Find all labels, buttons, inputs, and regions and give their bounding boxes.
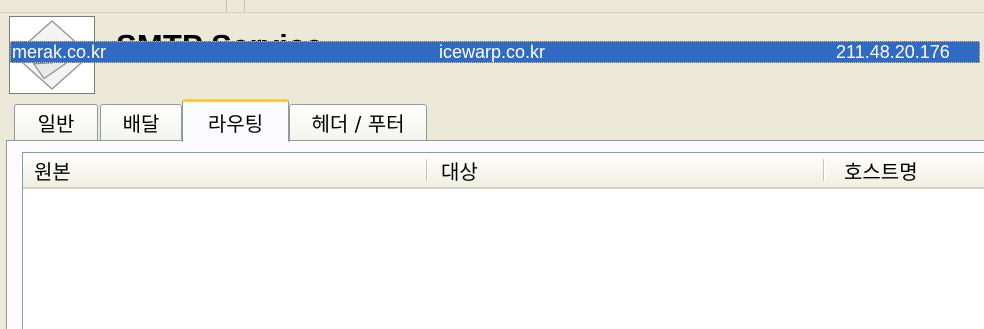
tab-general[interactable]: 일반 — [14, 104, 98, 140]
routing-list[interactable]: 원본 대상 호스트명 — [22, 152, 984, 329]
column-label: 대상 — [441, 159, 478, 184]
cell-target: icewarp.co.kr — [439, 41, 546, 62]
tab-label: 라우팅 — [207, 111, 264, 136]
toolbar-divider — [226, 0, 227, 12]
column-divider[interactable] — [823, 159, 824, 181]
tab-header-footer[interactable]: 헤더 / 푸터 — [289, 104, 427, 140]
tab-label: 배달 — [122, 112, 160, 136]
tab-routing[interactable]: 라우팅 — [182, 99, 289, 142]
list-header: 원본 대상 호스트명 — [23, 153, 984, 189]
column-divider[interactable] — [426, 159, 427, 181]
tab-label: 일반 — [37, 112, 75, 136]
column-header-target[interactable]: 대상 — [441, 153, 478, 187]
smtp-service-window: SMTP Service 일반 배달 라우팅 헤더 / 푸터 원본 대상 호스트… — [0, 0, 984, 329]
column-header-source[interactable]: 원본 — [34, 153, 71, 187]
column-header-hostname[interactable]: 호스트명 — [844, 153, 918, 187]
top-toolbar-strip — [0, 0, 984, 13]
column-label: 호스트명 — [844, 159, 918, 184]
toolbar-divider — [244, 0, 245, 12]
cell-source: merak.co.kr — [12, 41, 107, 62]
table-row[interactable]: merak.co.kr icewarp.co.kr 211.48.20.176 — [10, 41, 980, 63]
tab-delivery[interactable]: 배달 — [100, 104, 182, 140]
column-label: 원본 — [34, 159, 71, 184]
tab-label: 헤더 / 푸터 — [311, 112, 405, 136]
cell-hostname: 211.48.20.176 — [836, 41, 950, 62]
